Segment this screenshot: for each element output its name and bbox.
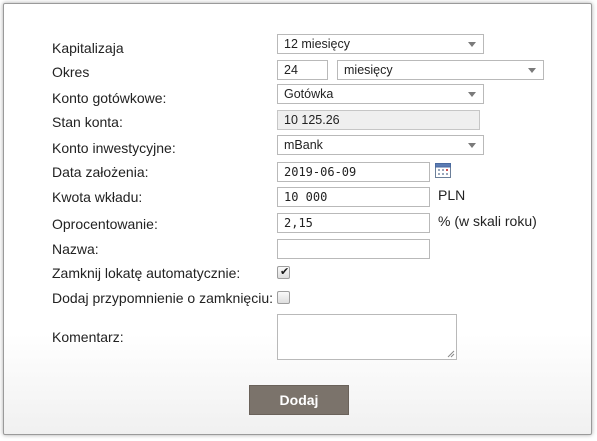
reminder-checkbox[interactable] — [277, 291, 290, 304]
interest-rate-suffix: % (w skali roku) — [438, 213, 537, 229]
chevron-down-icon — [468, 143, 476, 148]
cash-account-value: Gotówka — [284, 87, 334, 101]
deposit-amount-input[interactable]: 10 000 — [277, 187, 430, 207]
chevron-down-icon — [468, 42, 476, 47]
resize-grip-icon[interactable] — [447, 350, 455, 358]
chevron-down-icon — [468, 92, 476, 97]
balance-label: Stan konta: — [52, 114, 123, 130]
cash-account-select[interactable]: Gotówka — [277, 84, 484, 104]
investment-account-value: mBank — [284, 138, 323, 152]
start-date-input[interactable]: 2019-06-09 — [277, 162, 430, 182]
deposit-amount-label: Kwota wkładu: — [52, 189, 143, 205]
auto-close-label: Zamknij lokatę automatycznie: — [52, 265, 241, 281]
checkmark-icon: ✔ — [280, 266, 290, 278]
interest-rate-label: Oprocentowanie: — [52, 216, 158, 232]
investment-account-select[interactable]: mBank — [277, 135, 484, 155]
calendar-icon[interactable] — [435, 162, 451, 178]
interest-rate-input[interactable]: 2,15 — [277, 213, 430, 233]
period-input[interactable]: 24 — [277, 60, 328, 80]
name-input[interactable] — [277, 239, 430, 259]
start-date-label: Data założenia: — [52, 164, 149, 180]
capitalization-value: 12 miesięcy — [284, 37, 350, 51]
period-label: Okres — [52, 64, 90, 80]
name-label: Nazwa: — [52, 241, 99, 257]
comment-label: Komentarz: — [52, 329, 124, 345]
add-button[interactable]: Dodaj — [249, 385, 349, 415]
comment-textarea[interactable] — [277, 314, 457, 360]
capitalization-select[interactable]: 12 miesięcy — [277, 34, 484, 54]
reminder-label: Dodaj przypomnienie o zamknięciu: — [52, 290, 273, 306]
capitalization-label: Kapitalizaja — [52, 40, 124, 56]
cash-account-label: Konto gotówkowe: — [52, 90, 167, 106]
balance-field: 10 125.26 — [277, 110, 480, 130]
period-unit-value: miesięcy — [344, 63, 393, 77]
period-unit-select[interactable]: miesięcy — [337, 60, 544, 80]
add-deposit-dialog: Kapitalizaja 12 miesięcy Okres 24 miesię… — [3, 3, 592, 435]
chevron-down-icon — [528, 68, 536, 73]
currency-suffix: PLN — [438, 187, 466, 203]
auto-close-checkbox[interactable]: ✔ — [277, 266, 290, 279]
investment-account-label: Konto inwestycyjne: — [52, 140, 176, 156]
